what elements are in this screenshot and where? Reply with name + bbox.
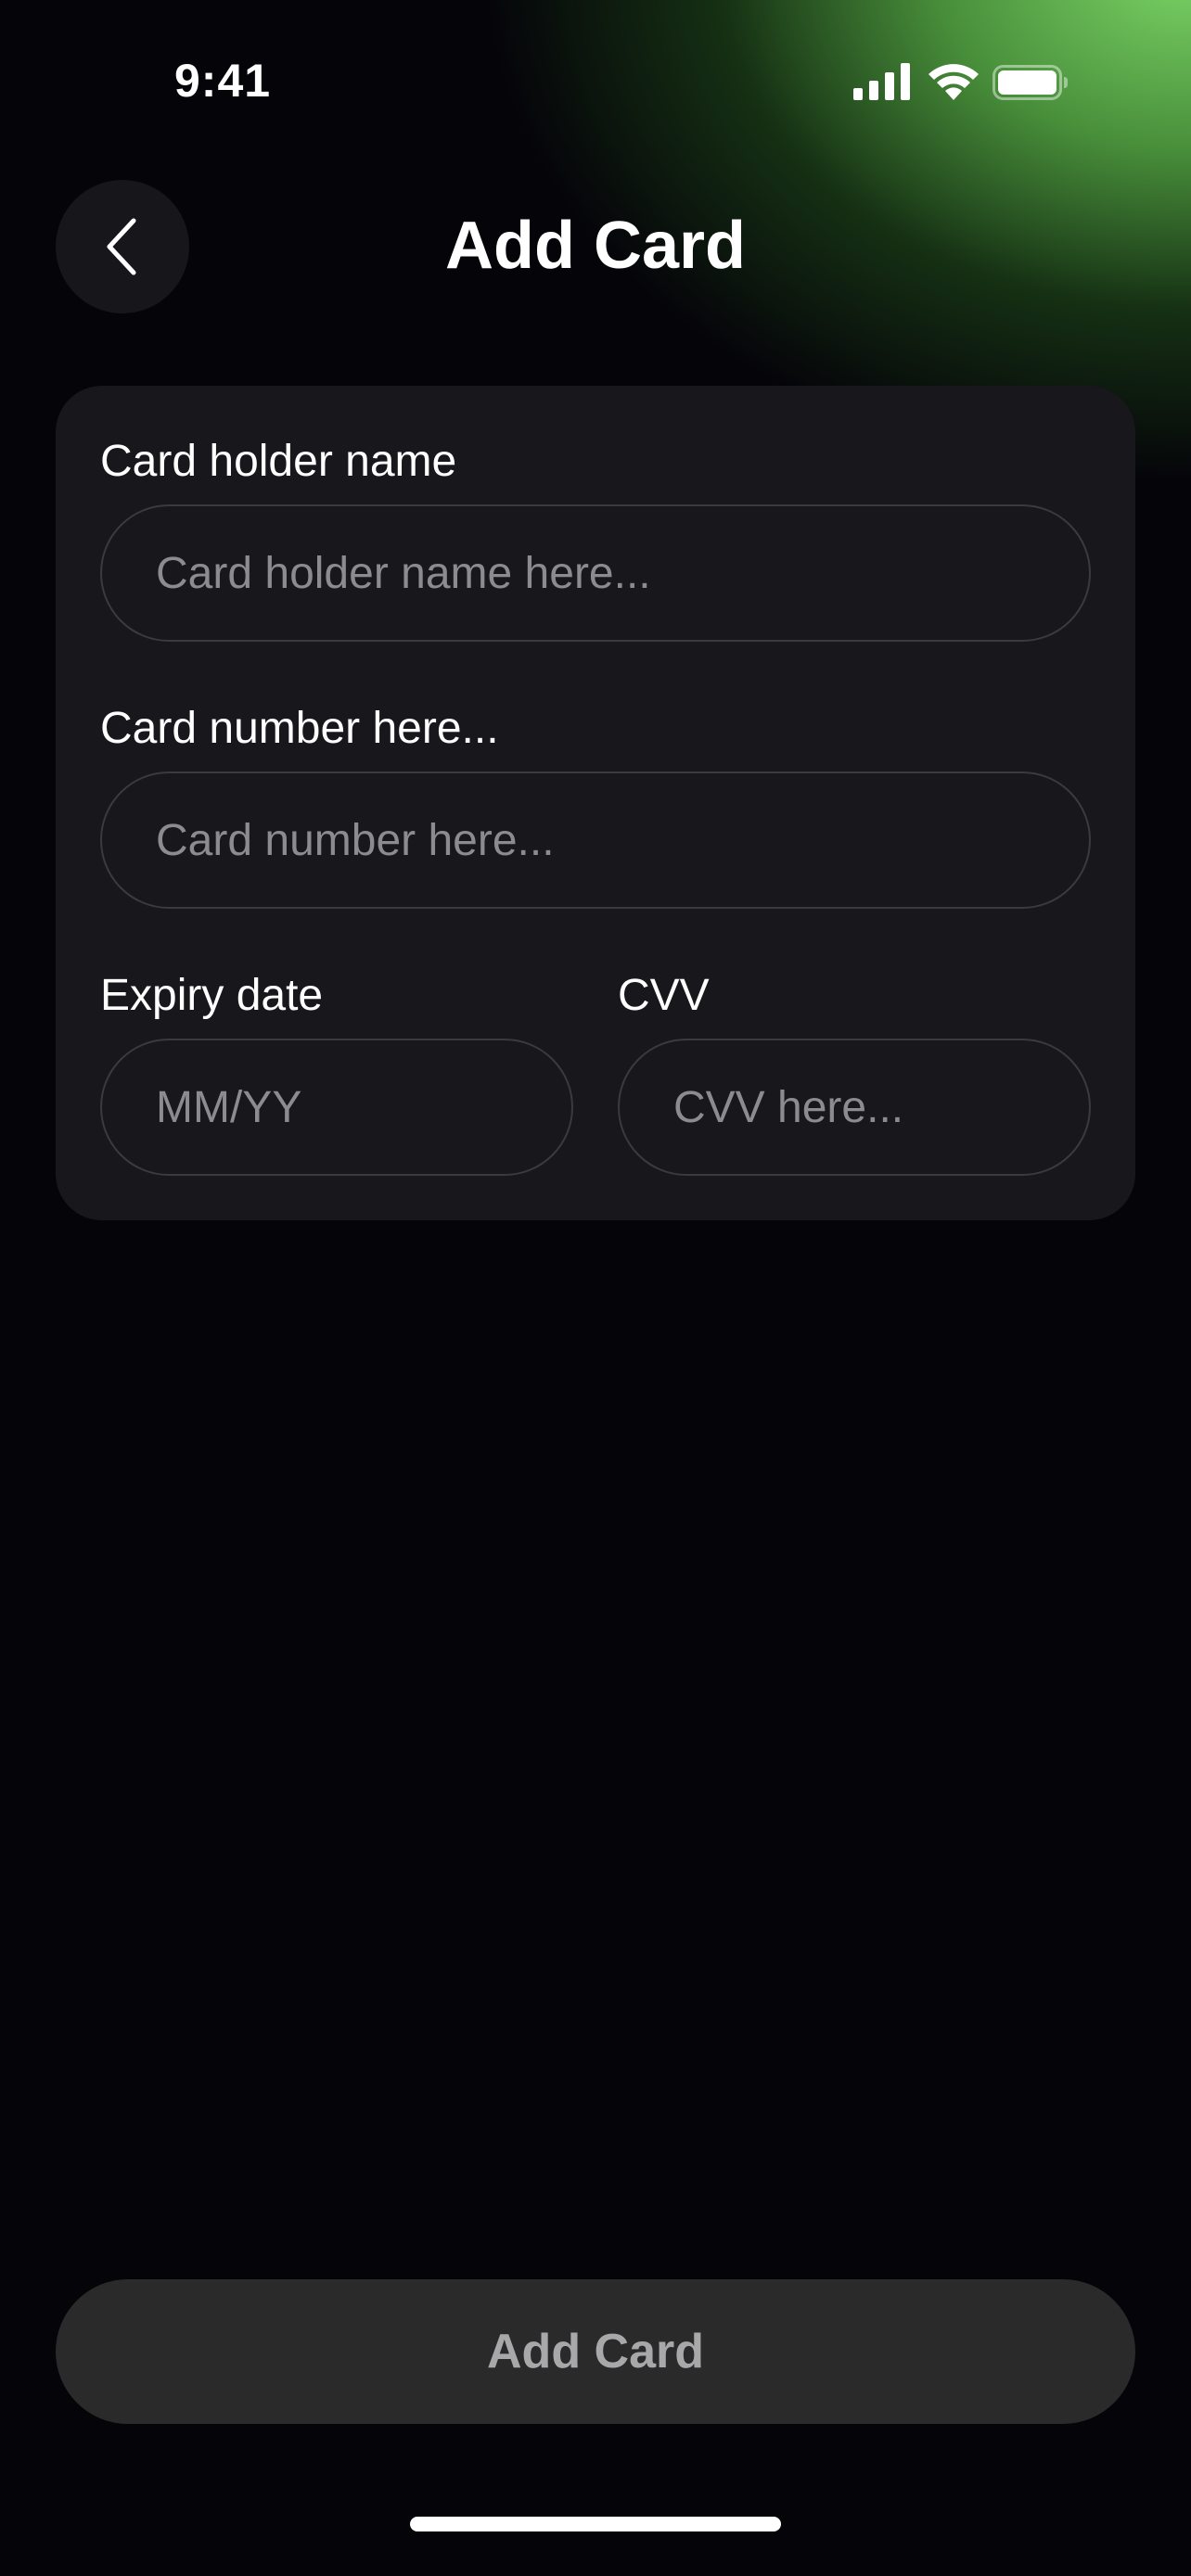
add-card-screen: 9:41 Add Card Card holder name Card hold… [0,0,1191,2576]
expiry-date-input[interactable] [100,1039,573,1176]
card-holder-label: Card holder name [100,437,457,486]
page-title: Add Card [445,209,746,283]
card-number-label: Card number here... [100,704,499,753]
battery-icon [992,65,1068,100]
cvv-input[interactable] [618,1039,1091,1176]
status-bar: 9:41 [0,0,1191,167]
status-icons [853,61,1085,106]
card-holder-input[interactable] [100,504,1091,642]
card-form: Card holder name Card number here... Exp… [56,386,1135,1220]
card-number-input[interactable] [100,772,1091,909]
status-time: 9:41 [174,55,272,107]
home-indicator[interactable] [410,2517,781,2531]
cvv-label: CVV [618,971,710,1020]
signal-icon [853,63,910,100]
wifi-icon [928,64,979,100]
expiry-date-label: Expiry date [100,971,324,1020]
add-card-button[interactable]: Add Card [56,2279,1135,2424]
